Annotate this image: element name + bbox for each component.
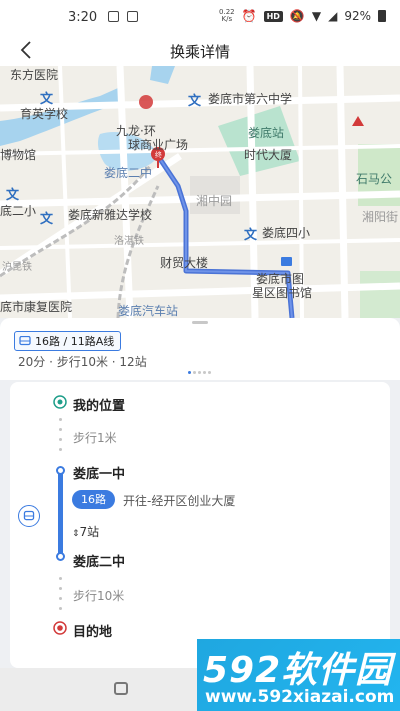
map-label: 博物馆 <box>0 148 37 162</box>
hd-badge: HD <box>263 10 283 22</box>
line-badge[interactable]: 16路 <box>72 490 115 509</box>
map-label: 石马公 <box>356 172 393 186</box>
origin-icon <box>53 395 67 409</box>
expand-icon: ⇕ <box>72 529 80 539</box>
line-direction: 开往-经开区创业大厦 <box>123 494 236 508</box>
route-summary: 20分 · 步行10米 · 12站 <box>18 355 147 369</box>
destination-label: 目的地 <box>73 625 113 640</box>
school-poi-icon: 文 <box>244 228 258 243</box>
watermark-brand: 592软件园 <box>203 650 393 691</box>
bus-icon <box>18 505 40 527</box>
transit-line-bar <box>58 472 63 558</box>
origin-label: 我的位置 <box>73 399 126 414</box>
map-label: 底二小 <box>0 204 37 218</box>
map-label: 星区图书馆 <box>252 286 313 300</box>
net-speed: 0.22 K/s <box>219 8 235 23</box>
map-label: 湘阳街 <box>362 210 399 224</box>
school-poi-icon: 文 <box>188 94 202 109</box>
route-tag: 16路 / 11路A线 <box>14 331 122 351</box>
battery-percent: 92% <box>344 9 371 23</box>
route-steps-card: 我的位置 步行1米 娄底一中 16路 开往-经开区创业大厦 ⇕7站 娄底二中 步… <box>10 382 390 668</box>
stop-count-toggle[interactable]: ⇕7站 <box>72 523 99 540</box>
map-label: 洛湛铁 <box>114 236 144 247</box>
image-icon <box>127 11 138 22</box>
map-label: 娄底站 <box>248 126 285 140</box>
signal-icon: ◢ <box>328 9 338 23</box>
map-label: 娄底二中 <box>104 166 153 180</box>
map-label: 东方医院 <box>10 68 59 82</box>
alight-stop: 娄底二中 <box>73 555 126 570</box>
map-label: 湘中园 <box>196 194 233 208</box>
school-poi-icon: 文 <box>6 188 20 203</box>
app-header: 换乘详情 <box>0 36 400 66</box>
notification-icon <box>108 11 119 22</box>
destination-pin-label: 终 <box>155 151 162 159</box>
status-bar: 3:20 0.22 K/s ⏰ HD 🔕 ▼ ◢ 92% <box>0 0 400 36</box>
drag-handle[interactable] <box>192 321 208 324</box>
bus-icon <box>19 336 31 346</box>
map-label: 娄底四小 <box>262 226 311 240</box>
map-label: 底市康复医院 <box>0 300 73 314</box>
watermark: 592软件园 www.592xiazai.com <box>197 639 400 711</box>
map-label: 娄底新雅达学校 <box>68 208 153 222</box>
route-tag-label: 16路 / 11路A线 <box>35 335 115 348</box>
route-map[interactable]: 东方医院 育英学校 博物馆 九龙·环 球商业广场 娄底市第六中学 娄底站 时代大… <box>0 66 400 318</box>
mute-icon: 🔕 <box>289 9 305 23</box>
map-label: 育英学校 <box>20 107 69 121</box>
map-label: 财贸大楼 <box>160 256 209 270</box>
map-label: 沪昆铁 <box>2 262 32 273</box>
map-label: 时代大厦 <box>244 148 293 162</box>
walk-step-1: 步行1米 <box>73 431 117 445</box>
board-stop: 娄底一中 <box>73 467 126 482</box>
alarm-icon: ⏰ <box>241 9 257 23</box>
status-time: 3:20 <box>68 10 98 25</box>
school-poi-icon: 文 <box>40 212 54 227</box>
walk-step-2: 步行10米 <box>73 589 125 603</box>
wifi-icon: ▼ <box>311 9 322 23</box>
page-title: 换乘详情 <box>169 43 230 61</box>
battery-icon <box>378 10 386 22</box>
route-summary-sheet[interactable]: 16路 / 11路A线 20分 · 步行10米 · 12站 <box>0 318 400 380</box>
map-label: 娄底汽车站 <box>118 304 179 318</box>
recent-apps-button[interactable] <box>114 682 128 695</box>
school-poi-icon: 文 <box>40 92 54 107</box>
watermark-url: www.592xiazai.com <box>205 687 395 707</box>
page-indicator <box>188 371 211 374</box>
destination-icon <box>53 621 67 635</box>
map-label: 娄底市第六中学 <box>208 92 293 106</box>
